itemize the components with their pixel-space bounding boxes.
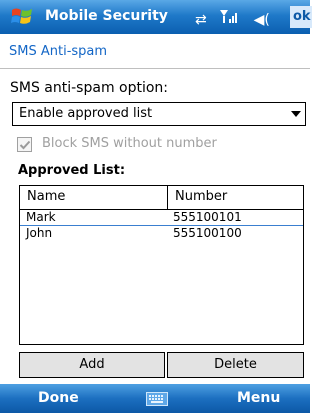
header-divider bbox=[0, 68, 310, 69]
contact-name: John bbox=[26, 226, 53, 240]
title-bar: Mobile Security ⇄ ◀( ok bbox=[0, 0, 312, 34]
column-header-name[interactable]: Name bbox=[20, 186, 168, 210]
delete-button[interactable]: Delete bbox=[167, 352, 304, 378]
list-item[interactable]: John 555100100 bbox=[20, 226, 303, 241]
checkmark-icon bbox=[19, 140, 31, 150]
approved-list[interactable]: Name Number Mark 555100101 John 55510010… bbox=[19, 185, 304, 345]
done-softkey[interactable]: Done bbox=[38, 390, 79, 406]
page-title: SMS Anti-spam bbox=[9, 44, 108, 59]
contact-number: 555100100 bbox=[173, 226, 242, 240]
sync-icon[interactable]: ⇄ bbox=[195, 12, 207, 28]
signal-icon[interactable] bbox=[219, 8, 241, 28]
contact-number: 555100101 bbox=[173, 210, 242, 224]
chevron-down-icon[interactable] bbox=[291, 111, 301, 117]
list-item[interactable]: Mark 555100101 bbox=[20, 210, 303, 225]
app-title: Mobile Security bbox=[45, 8, 168, 24]
approved-list-label: Approved List: bbox=[18, 163, 126, 178]
menu-softkey[interactable]: Menu bbox=[237, 390, 280, 406]
list-header: Name Number bbox=[20, 186, 303, 210]
keyboard-icon[interactable] bbox=[146, 392, 168, 406]
option-label: SMS anti-spam option: bbox=[10, 80, 169, 96]
block-sms-checkbox[interactable] bbox=[17, 137, 32, 152]
anti-spam-option-dropdown[interactable]: Enable approved list bbox=[12, 102, 306, 126]
dropdown-value: Enable approved list bbox=[19, 106, 153, 121]
status-icons: ⇄ ◀( bbox=[195, 8, 278, 28]
column-header-number[interactable]: Number bbox=[168, 186, 303, 210]
add-button[interactable]: Add bbox=[19, 352, 165, 378]
block-sms-label: Block SMS without number bbox=[42, 136, 217, 151]
windows-start-icon[interactable] bbox=[10, 6, 36, 28]
contact-name: Mark bbox=[26, 210, 56, 224]
soft-key-bar: Done Menu bbox=[0, 384, 310, 413]
ok-button[interactable]: ok bbox=[290, 6, 312, 28]
volume-icon[interactable]: ◀( bbox=[254, 12, 270, 28]
